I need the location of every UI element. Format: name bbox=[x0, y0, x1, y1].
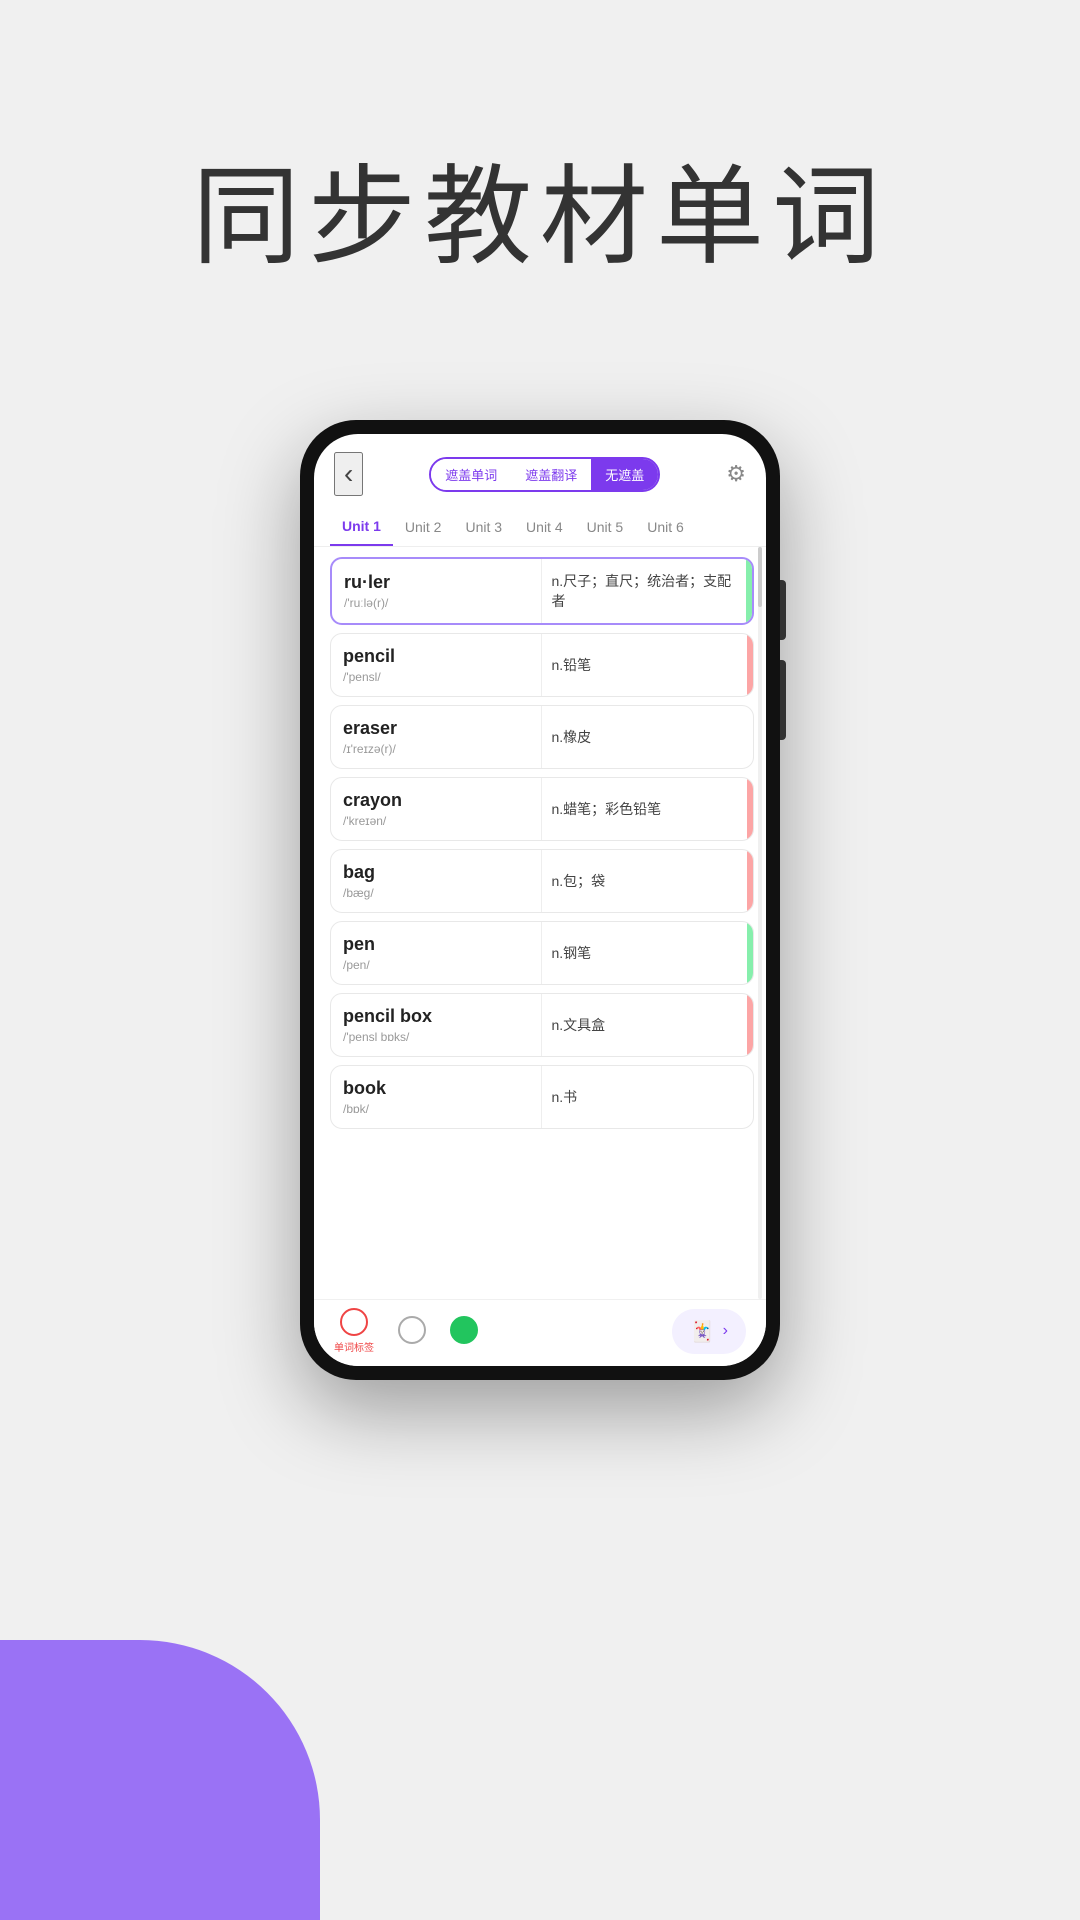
word-color-bar bbox=[747, 994, 753, 1056]
word-english: eraser bbox=[343, 718, 529, 739]
nav-label-1: 单词标签 bbox=[334, 1339, 374, 1354]
flashcard-button[interactable]: 🃏 › bbox=[672, 1309, 746, 1354]
word-card[interactable]: eraser/ɪ'reɪzə(r)/n.橡皮 bbox=[330, 705, 754, 769]
word-color-bar bbox=[747, 922, 753, 984]
nav-item-1[interactable]: 单词标签 bbox=[334, 1308, 374, 1354]
word-phonetic: /pen/ bbox=[343, 958, 529, 972]
nav-circle-gray bbox=[398, 1316, 426, 1344]
word-phonetic: /bæɡ/ bbox=[343, 886, 529, 900]
unit-tabs: Unit 1Unit 2Unit 3Unit 4Unit 5Unit 6 bbox=[314, 508, 766, 547]
word-english: pencil box bbox=[343, 1006, 529, 1027]
word-english: ru·ler bbox=[344, 572, 529, 593]
word-phonetic: /'ruːlə(r)/ bbox=[344, 596, 529, 610]
decorative-blob bbox=[0, 1640, 320, 1920]
unit-tab[interactable]: Unit 5 bbox=[575, 509, 636, 545]
word-card[interactable]: pencil /'pensl/n.铅笔 bbox=[330, 633, 754, 697]
mode-tabs: 遮盖单词遮盖翻译无遮盖 bbox=[429, 457, 660, 492]
scrollbar-thumb[interactable] bbox=[758, 547, 762, 607]
word-english: pen bbox=[343, 934, 529, 955]
word-chinese: n.尺子；直尺；统治者；支配者 bbox=[542, 559, 747, 623]
nav-circle-green bbox=[450, 1316, 478, 1344]
word-card[interactable]: ru·ler /'ruːlə(r)/ n.尺子；直尺；统治者；支配者 bbox=[330, 557, 754, 625]
word-phonetic: /'kreɪən/ bbox=[343, 814, 529, 828]
word-english: book bbox=[343, 1078, 529, 1099]
word-phonetic: /'pensl bɒks/ bbox=[343, 1030, 529, 1044]
word-color-bar bbox=[747, 706, 753, 768]
word-phonetic: /ɪ'reɪzə(r)/ bbox=[343, 742, 529, 756]
word-chinese: n.包；袋 bbox=[542, 850, 748, 912]
nav-item-2[interactable] bbox=[398, 1316, 426, 1347]
word-chinese: n.铅笔 bbox=[542, 634, 748, 696]
app-header: ‹ 遮盖单词遮盖翻译无遮盖 ⚙ bbox=[314, 434, 766, 508]
word-left: pencil /'pensl/ bbox=[331, 634, 541, 696]
word-english: bag bbox=[343, 862, 529, 883]
flashcard-arrow-icon: › bbox=[723, 1322, 728, 1340]
word-left: ru·ler /'ruːlə(r)/ bbox=[332, 559, 541, 623]
word-color-bar bbox=[747, 634, 753, 696]
word-left: book/bɒk/ bbox=[331, 1066, 541, 1128]
word-left: pen/pen/ bbox=[331, 922, 541, 984]
word-left: eraser/ɪ'reɪzə(r)/ bbox=[331, 706, 541, 768]
nav-circle-red bbox=[340, 1308, 368, 1336]
word-list: ru·ler /'ruːlə(r)/ n.尺子；直尺；统治者；支配者 pencil /'… bbox=[314, 547, 766, 1147]
word-color-bar bbox=[747, 1066, 753, 1128]
nav-items: 单词标签 bbox=[334, 1308, 478, 1354]
word-color-bar bbox=[746, 559, 752, 623]
phone-outer: ‹ 遮盖单词遮盖翻译无遮盖 ⚙ Unit 1Unit 2Unit 3Unit 4… bbox=[300, 420, 780, 1380]
content-area: ru·ler /'ruːlə(r)/ n.尺子；直尺；统治者；支配者 pencil /'… bbox=[314, 547, 766, 1299]
word-card[interactable]: crayon /'kreɪən/n.蜡笔；彩色铅笔 bbox=[330, 777, 754, 841]
word-chinese: n.橡皮 bbox=[542, 706, 748, 768]
word-english: pencil bbox=[343, 646, 529, 667]
unit-tab[interactable]: Unit 3 bbox=[453, 509, 514, 545]
flashcard-icon: 🃏 bbox=[690, 1319, 715, 1344]
mode-tab[interactable]: 遮盖单词 bbox=[431, 459, 511, 490]
word-card[interactable]: pen/pen/n.钢笔 bbox=[330, 921, 754, 985]
word-card[interactable]: pencil box /'pensl bɒks/n.文具盒 bbox=[330, 993, 754, 1057]
word-color-bar bbox=[747, 850, 753, 912]
phone-inner: ‹ 遮盖单词遮盖翻译无遮盖 ⚙ Unit 1Unit 2Unit 3Unit 4… bbox=[314, 434, 766, 1366]
word-chinese: n.书 bbox=[542, 1066, 748, 1128]
word-left: crayon /'kreɪən/ bbox=[331, 778, 541, 840]
word-color-bar bbox=[747, 778, 753, 840]
unit-tab[interactable]: Unit 2 bbox=[393, 509, 454, 545]
bottom-nav: 单词标签 🃏 › bbox=[314, 1299, 766, 1366]
word-chinese: n.钢笔 bbox=[542, 922, 748, 984]
word-phonetic: /'pensl/ bbox=[343, 670, 529, 684]
word-card[interactable]: bag/bæɡ/n.包；袋 bbox=[330, 849, 754, 913]
word-english: crayon bbox=[343, 790, 529, 811]
nav-item-3[interactable] bbox=[450, 1316, 478, 1347]
back-button[interactable]: ‹ bbox=[334, 452, 363, 496]
word-card[interactable]: book/bɒk/n.书 bbox=[330, 1065, 754, 1129]
word-phonetic: /bɒk/ bbox=[343, 1102, 529, 1116]
unit-tab[interactable]: Unit 4 bbox=[514, 509, 575, 545]
word-left: pencil box /'pensl bɒks/ bbox=[331, 994, 541, 1056]
gear-icon[interactable]: ⚙ bbox=[726, 461, 746, 487]
unit-tab[interactable]: Unit 6 bbox=[635, 509, 696, 545]
word-chinese: n.文具盒 bbox=[542, 994, 748, 1056]
word-left: bag/bæɡ/ bbox=[331, 850, 541, 912]
mode-tab[interactable]: 无遮盖 bbox=[591, 459, 658, 490]
mode-tab[interactable]: 遮盖翻译 bbox=[511, 459, 591, 490]
scrollbar-track bbox=[758, 547, 762, 1299]
word-chinese: n.蜡笔；彩色铅笔 bbox=[542, 778, 748, 840]
page-title: 同步教材单词 bbox=[192, 130, 888, 286]
phone-mockup: ‹ 遮盖单词遮盖翻译无遮盖 ⚙ Unit 1Unit 2Unit 3Unit 4… bbox=[300, 420, 780, 1380]
unit-tab[interactable]: Unit 1 bbox=[330, 508, 393, 546]
